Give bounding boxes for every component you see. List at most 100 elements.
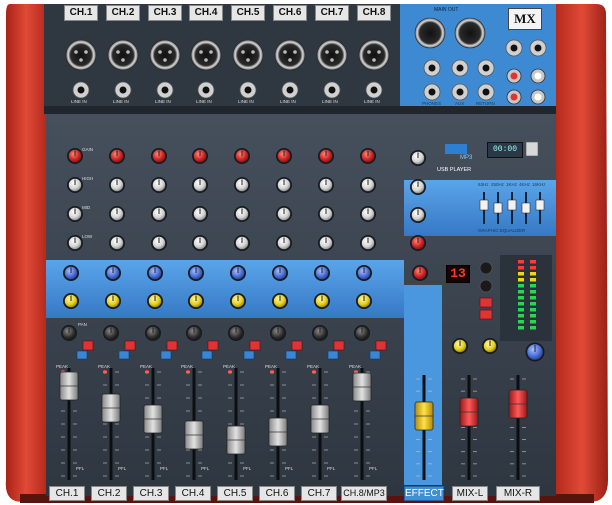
xlr-input-7[interactable] xyxy=(316,39,348,71)
phones-label: PHONES xyxy=(422,101,442,106)
rca-jack-ring xyxy=(510,93,518,101)
geq-slider-1[interactable] xyxy=(479,199,489,211)
mute-button-3[interactable] xyxy=(166,340,178,351)
line-in-jack-hole xyxy=(244,86,252,94)
xlr-pin xyxy=(293,50,297,54)
geq-slider-3[interactable] xyxy=(507,199,517,211)
xlr-pin xyxy=(163,58,167,62)
xlr-pin xyxy=(84,50,88,54)
mp3-label: MP3 xyxy=(460,155,473,161)
pfl-button-7[interactable] xyxy=(327,350,339,360)
pfl-button-1[interactable] xyxy=(76,350,88,360)
usb-port[interactable] xyxy=(525,141,539,157)
effect-up-button[interactable] xyxy=(479,261,493,275)
mute-button-6[interactable] xyxy=(291,340,303,351)
mute-button-5[interactable] xyxy=(249,340,261,351)
mixer-product-photo: MX CH.1 CH.2 CH.3 CH.4 CH.5 CH.6 CH.7 CH… xyxy=(0,0,612,505)
meter-led-right xyxy=(530,284,536,288)
xlr-pin xyxy=(158,50,162,54)
geq-slider-5[interactable] xyxy=(535,199,545,211)
pfl-label-2: PFL xyxy=(118,466,127,471)
channel-label-bottom-5: CH.5 xyxy=(217,486,253,501)
xlr-pin xyxy=(79,58,83,62)
xlr-input-2[interactable] xyxy=(107,39,139,71)
xlr-pin xyxy=(199,50,203,54)
channel-label-bottom-7: CH.7 xyxy=(301,486,337,501)
pfl-button-6[interactable] xyxy=(285,350,297,360)
geq-band-1k: 1KHz xyxy=(506,182,518,187)
gain-label: GAIN xyxy=(82,147,94,152)
channel-label-top-7: CH.7 xyxy=(315,5,349,21)
peak-label-4: PEAK xyxy=(181,364,194,369)
high-label: HIGH xyxy=(82,176,94,181)
xlr-input-5[interactable] xyxy=(232,39,264,71)
meter-led-right xyxy=(530,320,536,324)
chassis-left-side xyxy=(5,4,46,502)
xlr-pin xyxy=(251,50,255,54)
effect-down-button[interactable] xyxy=(479,279,493,293)
xlr-pin xyxy=(335,50,339,54)
line-in-jack-hole xyxy=(161,86,169,94)
meter-led-right xyxy=(530,272,536,276)
eq-send-band xyxy=(46,260,404,318)
geq-slider-4[interactable] xyxy=(521,202,531,214)
rca-jack-ring xyxy=(534,93,542,101)
io-jack-hole xyxy=(482,88,490,96)
return-label: RETURN xyxy=(476,101,495,106)
mix-r-label: MIX-R xyxy=(496,486,540,501)
io-jack-hole xyxy=(482,64,490,72)
mix-l-label: MIX-L xyxy=(452,486,488,501)
chassis-right-side xyxy=(556,4,608,502)
xlr-input-8[interactable] xyxy=(358,39,390,71)
xlr-input-4[interactable] xyxy=(190,39,222,71)
channel-fader-2-track xyxy=(109,368,113,480)
geq-slider-2[interactable] xyxy=(493,202,503,214)
mute-button-7[interactable] xyxy=(333,340,345,351)
line-in-jack-hole xyxy=(286,86,294,94)
channel-label-top-1: CH.1 xyxy=(64,5,98,21)
pfl-button-2[interactable] xyxy=(118,350,130,360)
pfl-button-3[interactable] xyxy=(160,350,172,360)
pfl-label-6: PFL xyxy=(285,466,294,471)
xlr-input-6[interactable] xyxy=(274,39,306,71)
channel-label-top-4: CH.4 xyxy=(189,5,223,21)
phantom-button[interactable] xyxy=(479,309,493,320)
meter-led-right xyxy=(530,314,536,318)
io-jack-hole xyxy=(428,64,436,72)
pfl-label-5: PFL xyxy=(243,466,252,471)
xlr-pin xyxy=(246,58,250,62)
meter-led-left xyxy=(518,308,524,312)
channel-label-top-3: CH.3 xyxy=(148,5,182,21)
aux-label: AUX xyxy=(455,101,465,106)
main-out-xlr-left[interactable] xyxy=(414,17,446,49)
pfl-button-8[interactable] xyxy=(369,350,381,360)
channel-label-top-2: CH.2 xyxy=(106,5,140,21)
meter-led-left xyxy=(518,272,524,276)
pfl-button-5[interactable] xyxy=(243,350,255,360)
mute-button-4[interactable] xyxy=(207,340,219,351)
main-out-xlr-right[interactable] xyxy=(454,17,486,49)
xlr-pin xyxy=(367,50,371,54)
pfl-button-4[interactable] xyxy=(201,350,213,360)
mix-l-fader-track xyxy=(467,375,471,480)
xlr-input-1[interactable] xyxy=(65,39,97,71)
io-jack-hole xyxy=(428,88,436,96)
xlr-pin xyxy=(372,58,376,62)
geq-band-16k: 16KHz xyxy=(532,182,546,187)
mute-button-2[interactable] xyxy=(124,340,136,351)
xlr-input-3[interactable] xyxy=(149,39,181,71)
meter-led-left xyxy=(518,266,524,270)
mute-button-1[interactable] xyxy=(82,340,94,351)
meter-led-left xyxy=(518,278,524,282)
usb-icon xyxy=(445,144,467,154)
mute-button-8[interactable] xyxy=(375,340,387,351)
meter-led-left xyxy=(518,320,524,324)
effect-mute-button[interactable] xyxy=(479,297,493,308)
low-label: LOW xyxy=(82,234,93,239)
pfl-label-3: PFL xyxy=(160,466,169,471)
line-in-label-1: LINE IN xyxy=(71,99,87,104)
effect-label: EFFECT xyxy=(404,486,444,501)
rca-jack-ring xyxy=(510,72,518,80)
line-in-label-7: LINE IN xyxy=(322,99,338,104)
mixer-illustration xyxy=(5,4,608,503)
